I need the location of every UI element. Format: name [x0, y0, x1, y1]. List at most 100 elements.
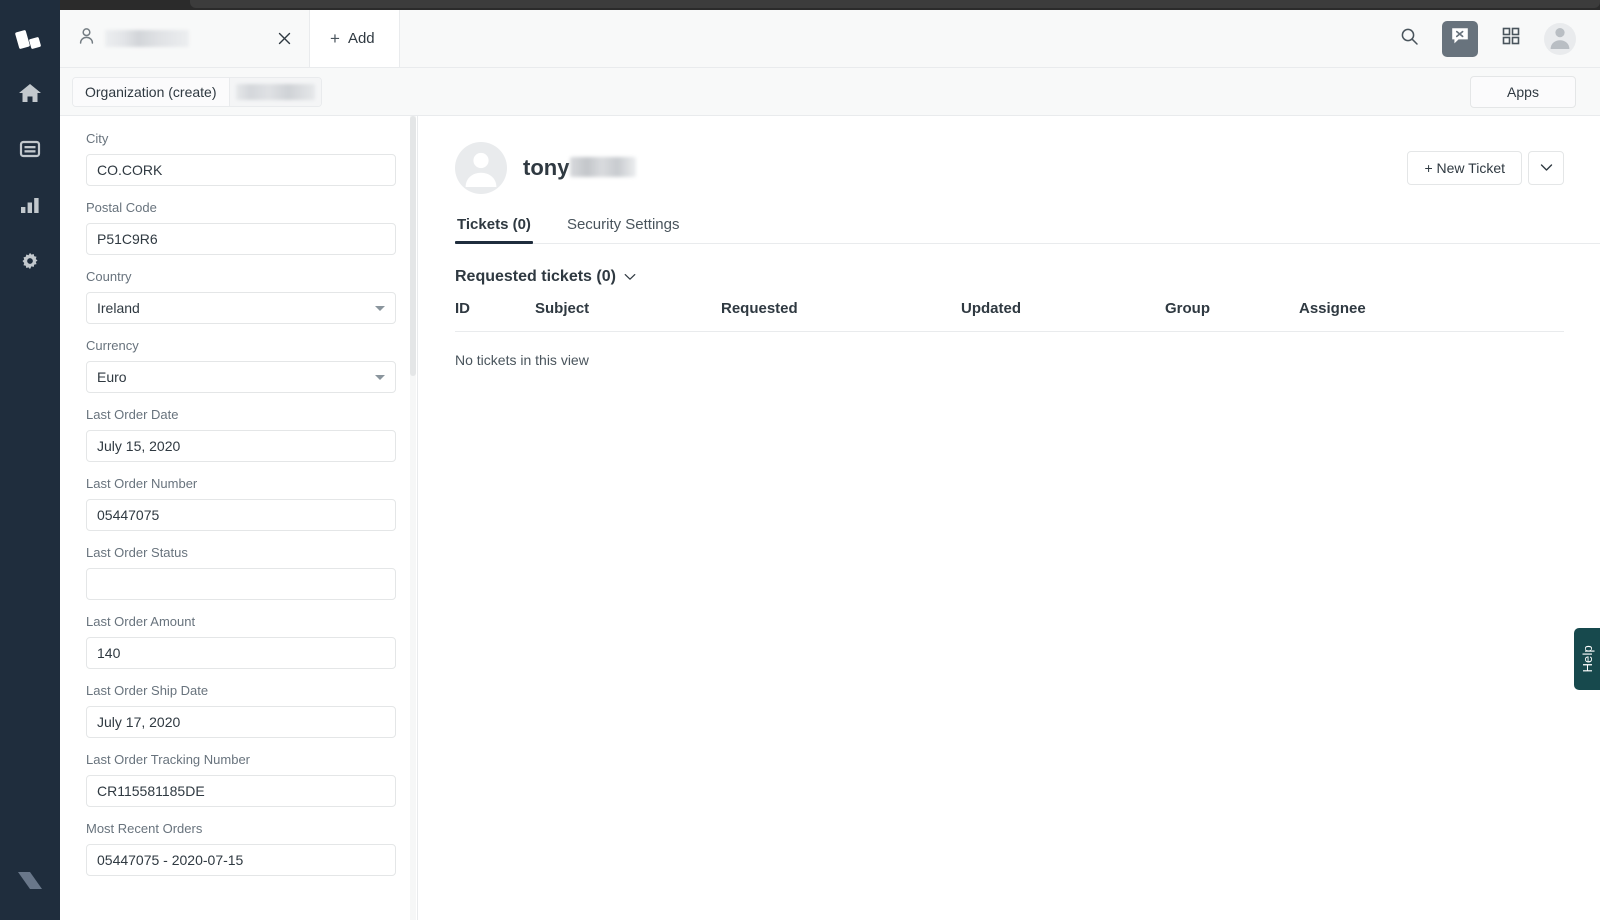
- profile-avatar[interactable]: [1544, 23, 1576, 55]
- page-title: tony: [523, 155, 636, 181]
- apps-button[interactable]: Apps: [1470, 76, 1576, 108]
- chat-status-button[interactable]: [1442, 21, 1478, 57]
- last-order-date-input[interactable]: July 15, 2020: [86, 430, 396, 462]
- field-postal-code: Postal Code P51C9R6: [86, 200, 395, 255]
- user-avatar-icon: [455, 140, 507, 197]
- admin-gear-icon: [18, 250, 42, 272]
- requested-tickets-section: Requested tickets (0) ID Subject Request…: [419, 244, 1600, 368]
- field-label: Most Recent Orders: [86, 821, 395, 837]
- scrollbar-thumb[interactable]: [410, 116, 416, 376]
- top-bar-actions: [1392, 10, 1600, 67]
- new-ticket-button[interactable]: + New Ticket: [1407, 151, 1522, 185]
- requested-tickets-toggle[interactable]: Requested tickets (0): [455, 268, 636, 286]
- chat-bubble-x-icon: [1449, 25, 1471, 52]
- top-bar: + Add: [60, 10, 1600, 68]
- column-header-subject[interactable]: Subject: [535, 300, 721, 332]
- column-header-updated[interactable]: Updated: [961, 300, 1165, 332]
- column-header-id[interactable]: ID: [455, 300, 535, 332]
- user-avatar-icon: [1544, 20, 1576, 57]
- app-window: + Add: [0, 0, 1600, 920]
- tickets-table-body: No tickets in this view: [455, 332, 1564, 369]
- currency-select-value: Euro: [97, 369, 127, 385]
- breadcrumb-bar: Organization (create) Apps: [60, 68, 1600, 116]
- field-currency: Currency Euro: [86, 338, 395, 393]
- chevron-down-icon: [1540, 159, 1553, 177]
- user-header-actions: + New Ticket: [1407, 151, 1564, 185]
- content-tab-bar: Tickets (0) Security Settings: [455, 216, 1600, 244]
- properties-panel-scrollbar[interactable]: [410, 116, 416, 920]
- product-rail: [0, 0, 60, 920]
- last-order-ship-date-input[interactable]: July 17, 2020: [86, 706, 396, 738]
- last-order-status-input[interactable]: [86, 568, 396, 600]
- close-icon[interactable]: [273, 28, 295, 50]
- field-label: Last Order Tracking Number: [86, 752, 395, 768]
- reporting-bar-chart-icon: [18, 194, 42, 216]
- country-select-value: Ireland: [97, 300, 140, 316]
- user-header: tony + New Ticket: [419, 116, 1600, 194]
- column-header-requested[interactable]: Requested: [721, 300, 961, 332]
- products-button[interactable]: [1494, 22, 1528, 56]
- search-icon: [1400, 27, 1419, 51]
- home-icon: [18, 82, 42, 104]
- field-last-order-number: Last Order Number 05447075: [86, 476, 395, 531]
- open-tab-title-redacted: [105, 30, 189, 47]
- user-icon: [78, 27, 95, 50]
- breadcrumb-segment-redacted[interactable]: [229, 78, 321, 106]
- sidebar-item-views[interactable]: [10, 132, 50, 166]
- field-country: Country Ireland: [86, 269, 395, 324]
- organization-properties-panel: City CO.CORK Postal Code P51C9R6 Country…: [60, 116, 418, 920]
- plus-icon: +: [330, 30, 340, 47]
- postal-code-input[interactable]: P51C9R6: [86, 223, 396, 255]
- field-last-order-status: Last Order Status: [86, 545, 395, 600]
- breadcrumb-segment-organization[interactable]: Organization (create): [73, 78, 229, 106]
- avatar: [455, 142, 507, 194]
- tab-strip: + Add: [60, 10, 400, 67]
- zendesk-support-cards-icon[interactable]: [10, 22, 50, 62]
- redaction-block: [236, 84, 315, 100]
- zendesk-z-logo-icon[interactable]: [10, 864, 50, 898]
- field-label: City: [86, 131, 395, 147]
- field-label: Postal Code: [86, 200, 395, 216]
- sidebar-item-home[interactable]: [10, 76, 50, 110]
- tab-tickets[interactable]: Tickets (0): [455, 216, 533, 243]
- chevron-down-icon: [624, 268, 636, 286]
- search-button[interactable]: [1392, 22, 1426, 56]
- country-select[interactable]: Ireland: [86, 292, 396, 324]
- table-row-empty: No tickets in this view: [455, 332, 1564, 369]
- most-recent-orders-input[interactable]: 05447075 - 2020-07-15: [86, 844, 396, 876]
- add-tab-label: Add: [348, 30, 375, 47]
- tickets-table: ID Subject Requested Updated Group Assig…: [455, 300, 1564, 368]
- column-header-group[interactable]: Group: [1165, 300, 1299, 332]
- chevron-down-icon: [375, 375, 385, 380]
- field-label: Last Order Status: [86, 545, 395, 561]
- chevron-down-icon: [375, 306, 385, 311]
- city-input[interactable]: CO.CORK: [86, 154, 396, 186]
- open-tab-user[interactable]: [60, 10, 310, 67]
- column-header-assignee[interactable]: Assignee: [1299, 300, 1564, 332]
- currency-select[interactable]: Euro: [86, 361, 396, 393]
- help-tab-label: Help: [1580, 645, 1595, 673]
- field-most-recent-orders: Most Recent Orders 05447075 - 2020-07-15: [86, 821, 395, 876]
- field-label: Country: [86, 269, 395, 285]
- field-last-order-tracking-number: Last Order Tracking Number CR115581185DE: [86, 752, 395, 807]
- tickets-table-head: ID Subject Requested Updated Group Assig…: [455, 300, 1564, 332]
- field-last-order-amount: Last Order Amount 140: [86, 614, 395, 669]
- main-content: tony + New Ticket Tickets (0) Security S…: [419, 116, 1600, 920]
- sidebar-item-admin[interactable]: [10, 244, 50, 278]
- new-ticket-dropdown-button[interactable]: [1528, 151, 1564, 185]
- last-order-amount-input[interactable]: 140: [86, 637, 396, 669]
- tab-security-settings[interactable]: Security Settings: [565, 216, 682, 243]
- sidebar-item-reporting[interactable]: [10, 188, 50, 222]
- user-name-text: tony: [523, 155, 569, 181]
- breadcrumb: Organization (create): [72, 77, 322, 107]
- field-label: Last Order Ship Date: [86, 683, 395, 699]
- os-title-strip-highlight: [190, 0, 1600, 8]
- last-order-number-input[interactable]: 05447075: [86, 499, 396, 531]
- add-tab-button[interactable]: + Add: [310, 10, 400, 67]
- last-order-tracking-number-input[interactable]: CR115581185DE: [86, 775, 396, 807]
- field-label: Last Order Number: [86, 476, 395, 492]
- field-label: Currency: [86, 338, 395, 354]
- field-label: Last Order Date: [86, 407, 395, 423]
- help-tab-button[interactable]: Help: [1574, 628, 1600, 690]
- views-stack-icon: [18, 138, 42, 160]
